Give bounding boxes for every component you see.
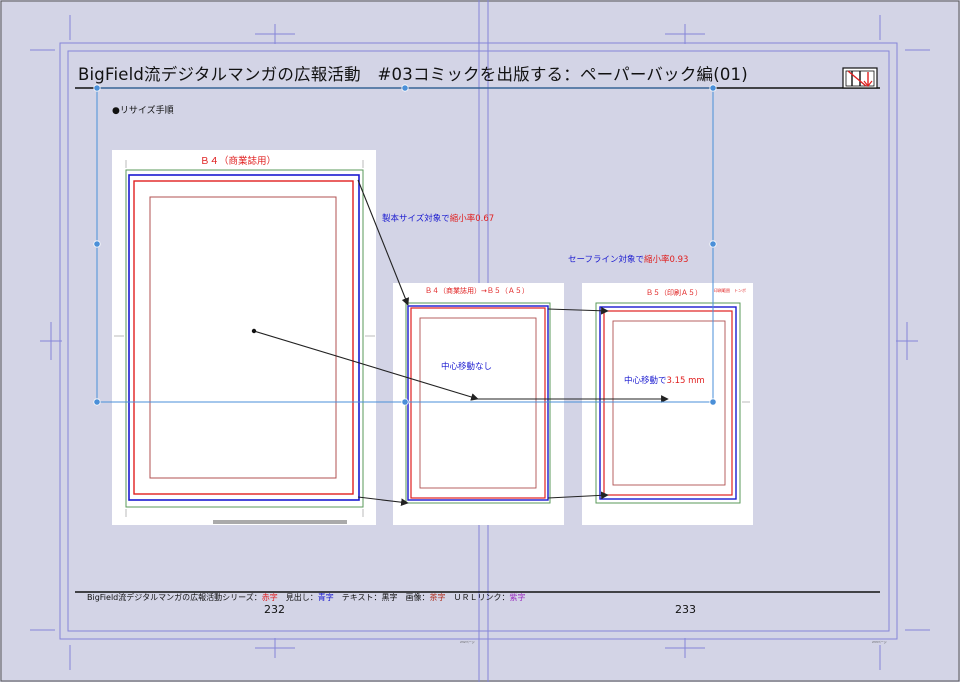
page-number-right: 233 — [675, 603, 696, 616]
page-title: BigField流デジタルマンガの広報活動 #03コミックを出版する：ペーパーバ… — [78, 65, 748, 84]
center-point — [251, 328, 257, 334]
tiny-page-label-left: 232ページ — [460, 640, 475, 644]
safe-line-annotation: セーフライン対象で縮小率0.93 — [568, 255, 689, 265]
tiny-page-label-right: 233ページ — [872, 640, 887, 644]
b4-to-b5-page — [393, 283, 564, 525]
no-center-move-label: 中心移動なし — [441, 362, 493, 372]
center-move-annotation: 中心移動で3.15 mm — [624, 376, 705, 386]
b4-label: Ｂ４（商業誌用） — [200, 156, 277, 167]
page-number-left: 232 — [264, 603, 285, 616]
logo-mark-icon — [842, 67, 878, 89]
b4-page — [112, 150, 376, 525]
spread-artwork — [0, 0, 960, 682]
bind-size-annotation: 製本サイズ対象で縮小率0.67 — [382, 214, 495, 224]
footer-legend: BigField流デジタルマンガの広報活動シリーズ：赤字 見出し：青字 テキスト… — [87, 593, 526, 602]
canvas[interactable]: BigField流デジタルマンガの広報活動 #03コミックを出版する：ペーパーバ… — [0, 0, 960, 682]
b5-small-note: 印刷範囲 トンボ — [714, 288, 746, 293]
b5-page — [582, 283, 753, 525]
b4-to-b5-label: Ｂ４（商業誌用）→Ｂ５（Ａ５） — [425, 287, 529, 295]
b5-label: Ｂ５（印刷Ａ５） — [646, 289, 702, 297]
resize-heading: ●リサイズ手順 — [112, 106, 174, 116]
